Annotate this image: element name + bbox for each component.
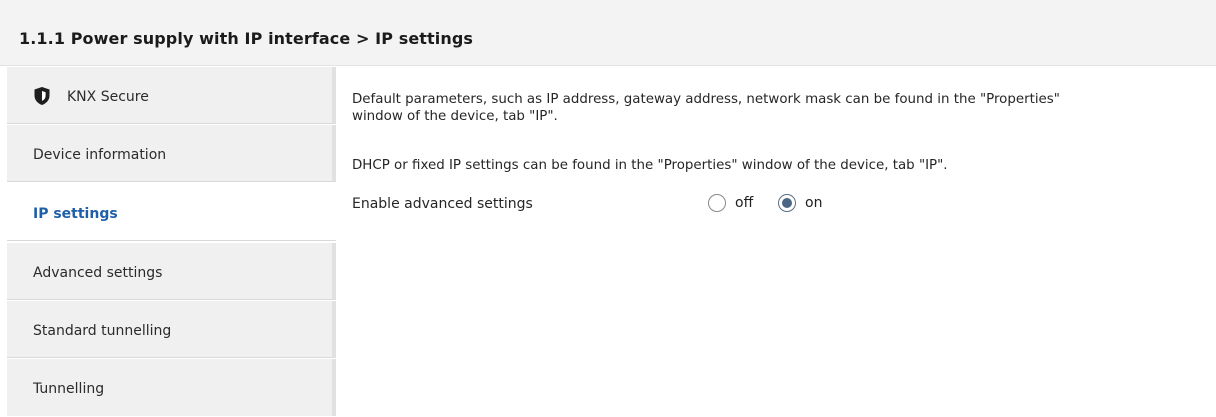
sidebar-item-tunnelling[interactable]: Tunnelling: [7, 359, 336, 416]
enable-advanced-settings-label: Enable advanced settings: [352, 196, 533, 212]
description-default-parameters: Default parameters, such as IP address, …: [352, 92, 1060, 124]
sidebar-item-label: KNX Secure: [67, 89, 149, 105]
sidebar-item-label: Tunnelling: [33, 381, 105, 397]
sidebar-item-label: Standard tunnelling: [33, 323, 172, 339]
sidebar-item-label: Advanced settings: [33, 265, 163, 281]
shield-icon: [34, 87, 50, 105]
sidebar-item-device-information[interactable]: Device information: [7, 125, 336, 182]
sidebar-item-knx-secure[interactable]: KNX Secure: [7, 67, 336, 124]
radio-off-label[interactable]: off: [735, 195, 753, 211]
sidebar-item-standard-tunnelling[interactable]: Standard tunnelling: [7, 301, 336, 358]
sidebar-item-label: Device information: [33, 147, 167, 163]
radio-on-circle[interactable]: [778, 194, 796, 212]
radio-on-label[interactable]: on: [805, 195, 822, 211]
page-title: 1.1.1 Power supply with IP interface > I…: [19, 29, 474, 48]
description-dhcp: DHCP or fixed IP settings can be found i…: [352, 158, 948, 173]
sidebar: KNX Secure Device information IP setting…: [7, 67, 336, 417]
enable-advanced-settings-row: Enable advanced settings off on: [352, 193, 1152, 215]
sidebar-item-ip-settings[interactable]: IP settings: [7, 184, 336, 241]
sidebar-item-label: IP settings: [33, 206, 118, 222]
radio-off-circle[interactable]: [708, 194, 726, 212]
header-bar: 1.1.1 Power supply with IP interface > I…: [0, 0, 1216, 66]
sidebar-item-advanced-settings[interactable]: Advanced settings: [7, 243, 336, 300]
